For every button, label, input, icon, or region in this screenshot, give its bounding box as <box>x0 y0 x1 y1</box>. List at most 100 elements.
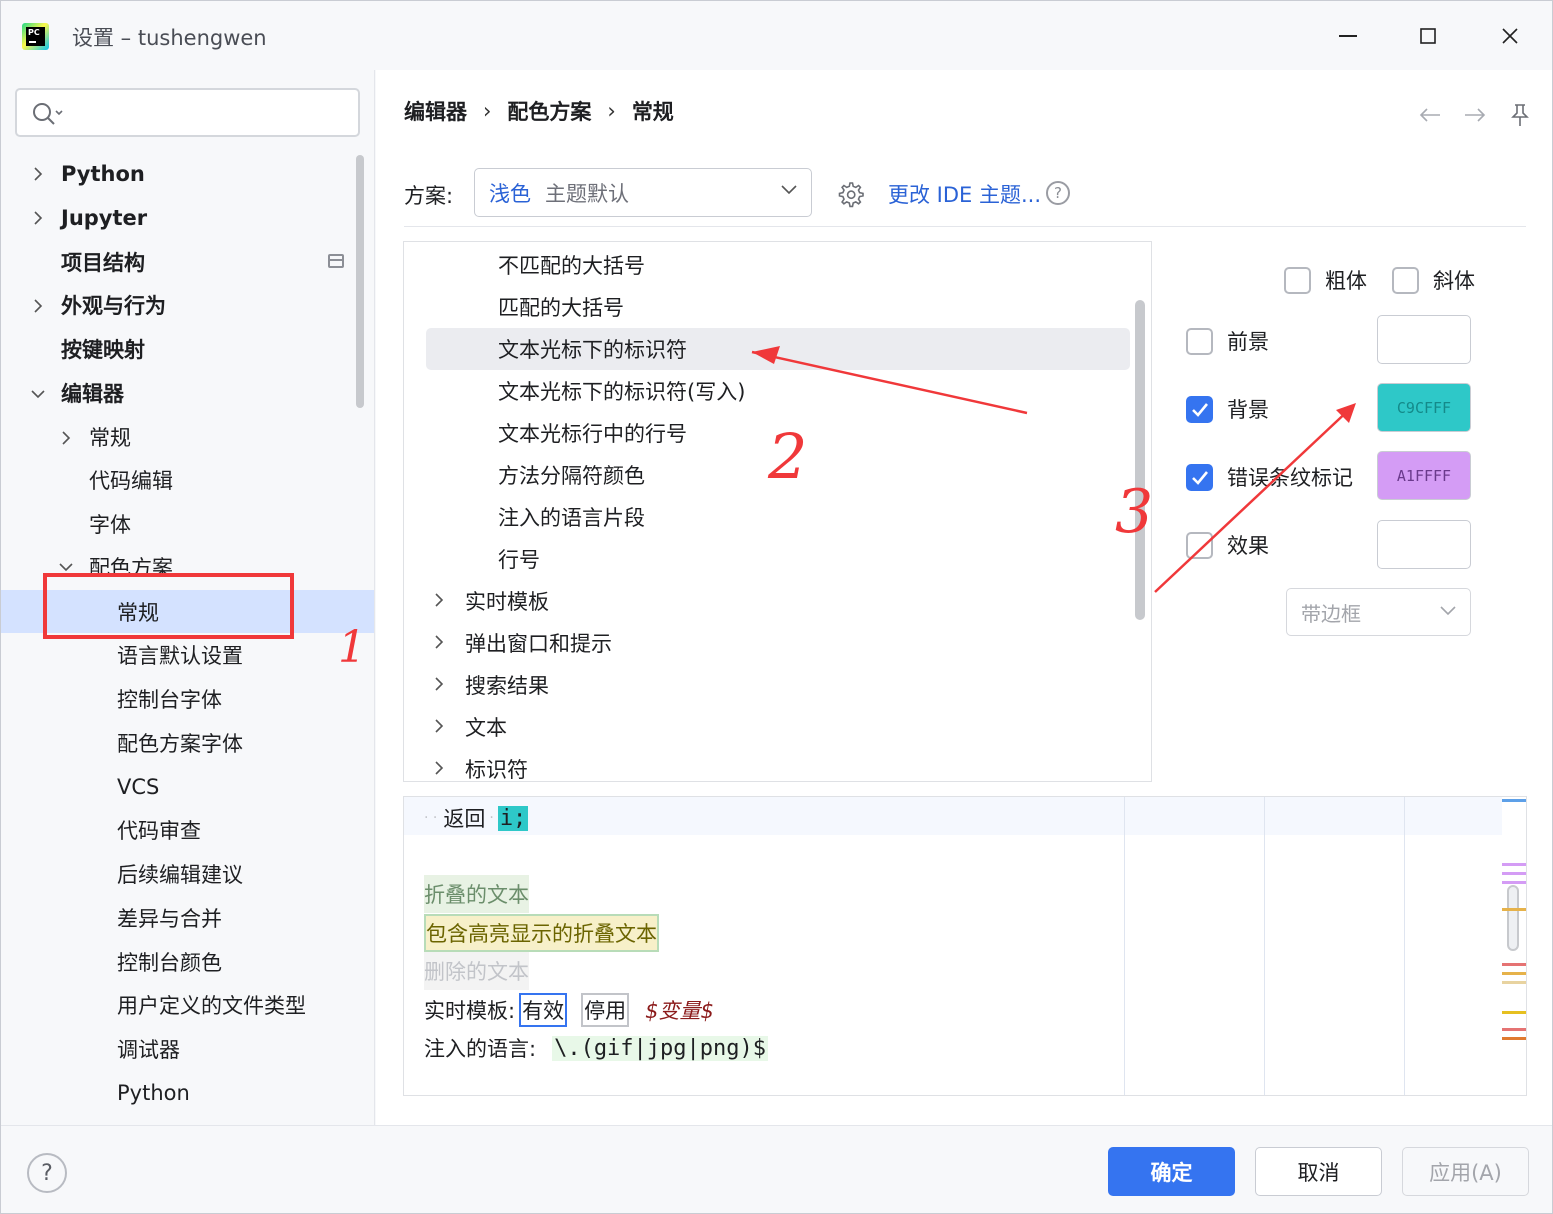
cancel-button[interactable]: 取消 <box>1255 1147 1382 1196</box>
sidebar-item-project-structure[interactable]: 项目结构 <box>61 241 145 283</box>
list-item-selected[interactable]: 文本光标下的标识符 <box>498 328 687 370</box>
sidebar-item-python[interactable]: Python <box>61 153 145 195</box>
search-input[interactable] <box>15 88 360 137</box>
list-item[interactable]: 方法分隔符颜色 <box>498 454 645 496</box>
help-button[interactable]: ? <box>27 1153 67 1193</box>
sidebar-item-general[interactable]: 常规 <box>89 416 131 458</box>
sidebar-item-next-edit[interactable]: 后续编辑建议 <box>117 853 243 895</box>
selected-row-highlight <box>0 590 374 633</box>
chevron-right-icon[interactable] <box>31 211 45 225</box>
chevron-right-icon[interactable] <box>59 431 73 445</box>
settings-sidebar: Python Jupyter 项目结构 外观与行为 按键映射 编辑器 常规 代码… <box>0 70 375 1125</box>
breadcrumb-separator-icon: › <box>483 99 492 123</box>
caret-row-highlight <box>404 797 1502 835</box>
chevron-right-icon[interactable] <box>432 593 446 607</box>
foreground-color-swatch[interactable] <box>1377 315 1471 364</box>
sidebar-item-user-file-types[interactable]: 用户定义的文件类型 <box>117 984 306 1026</box>
back-arrow-icon[interactable] <box>1415 100 1445 130</box>
breadcrumb-separator-icon: › <box>607 99 616 123</box>
sidebar-item-jupyter[interactable]: Jupyter <box>61 197 147 239</box>
scheme-value: 浅色 <box>489 181 531 206</box>
sidebar-item-code-review[interactable]: 代码审查 <box>117 809 201 851</box>
list-item[interactable]: 行号 <box>498 538 540 580</box>
breadcrumb-editor[interactable]: 编辑器 <box>404 96 467 126</box>
sidebar-item-code-editing[interactable]: 代码编辑 <box>89 459 173 501</box>
foreground-label: 前景 <box>1227 330 1269 354</box>
whitespace-dots: · · <box>424 810 438 826</box>
sidebar-item-color-scheme[interactable]: 配色方案 <box>89 546 173 588</box>
list-item[interactable]: 文本光标行中的行号 <box>498 412 687 454</box>
sidebar-item-console-colors[interactable]: 控制台颜色 <box>117 941 222 983</box>
close-button[interactable] <box>1487 18 1533 54</box>
gear-icon[interactable] <box>836 180 864 208</box>
preview-folded-text: 折叠的文本 <box>424 875 529 913</box>
sidebar-item-keymap[interactable]: 按键映射 <box>61 328 145 370</box>
error-stripe-mark <box>1502 1028 1526 1031</box>
chevron-down-icon[interactable] <box>59 560 73 574</box>
background-color-swatch[interactable]: C9CFFF <box>1377 383 1471 432</box>
sidebar-item-debugger[interactable]: 调试器 <box>117 1028 180 1070</box>
sidebar-item-diff-merge[interactable]: 差异与合并 <box>117 897 222 939</box>
error-stripe-mark <box>1502 1037 1526 1040</box>
list-item-group[interactable]: 标识符 <box>465 748 528 781</box>
chevron-right-icon[interactable] <box>31 167 45 181</box>
list-item[interactable]: 匹配的大括号 <box>498 286 624 328</box>
bold-checkbox[interactable]: 粗体 <box>1284 265 1367 295</box>
list-item-group[interactable]: 文本 <box>465 706 507 748</box>
preview-injected-line: 注入的语言: \.(gif|jpg|png)$ <box>424 1029 768 1067</box>
change-ide-theme-link[interactable]: 更改 IDE 主题... <box>888 179 1041 209</box>
sidebar-item-appearance[interactable]: 外观与行为 <box>61 284 166 326</box>
chevron-right-icon[interactable] <box>432 761 446 775</box>
checkbox-box[interactable] <box>1186 327 1213 355</box>
sidebar-item-color-scheme-general[interactable]: 常规 <box>117 591 159 633</box>
sidebar-item-language-defaults[interactable]: 语言默认设置 <box>117 634 243 676</box>
chevron-right-icon[interactable] <box>432 719 446 733</box>
forward-arrow-icon[interactable] <box>1460 100 1490 130</box>
apply-button[interactable]: 应用(A) <box>1402 1147 1529 1196</box>
error-stripe-color-swatch[interactable]: A1FFFF <box>1377 451 1471 500</box>
list-item-group[interactable]: 实时模板 <box>465 580 549 622</box>
background-checkbox[interactable]: 背景 <box>1186 394 1269 424</box>
sidebar-item-vcs[interactable]: VCS <box>117 766 159 808</box>
sidebar-item-console-font[interactable]: 控制台字体 <box>117 678 222 720</box>
help-icon[interactable]: ? <box>1046 181 1070 205</box>
checkbox-box[interactable] <box>1284 266 1311 294</box>
effect-type-dropdown[interactable]: 带边框 <box>1286 588 1471 636</box>
checkbox-box[interactable] <box>1186 463 1213 491</box>
chevron-down-icon[interactable] <box>31 387 45 401</box>
ok-button[interactable]: 确定 <box>1108 1147 1235 1196</box>
right-margin-guide <box>1264 797 1265 1095</box>
effects-label: 效果 <box>1227 534 1269 558</box>
sidebar-item-editor[interactable]: 编辑器 <box>61 372 124 414</box>
checkbox-box[interactable] <box>1392 266 1419 294</box>
checkbox-box[interactable] <box>1186 531 1213 559</box>
foreground-checkbox[interactable]: 前景 <box>1186 326 1269 356</box>
breadcrumb-color-scheme[interactable]: 配色方案 <box>507 96 591 126</box>
error-stripe-checkbox[interactable]: 错误条纹标记 <box>1186 462 1353 492</box>
sidebar-scrollbar[interactable] <box>356 155 364 408</box>
list-item[interactable]: 文本光标下的标识符(写入) <box>498 370 745 412</box>
list-item-group[interactable]: 弹出窗口和提示 <box>465 622 612 664</box>
list-item-group[interactable]: 搜索结果 <box>465 664 549 706</box>
chevron-right-icon[interactable] <box>31 299 45 313</box>
effects-checkbox[interactable]: 效果 <box>1186 530 1269 560</box>
preview-scroll-thumb[interactable] <box>1507 885 1519 951</box>
preview-editor[interactable]: · · 返回 · i; 折叠的文本 包含高亮显示的折叠文本 删除的文本 实时模板… <box>403 796 1527 1096</box>
italic-checkbox[interactable]: 斜体 <box>1392 265 1475 295</box>
list-scrollbar[interactable] <box>1135 300 1145 620</box>
scheme-label: 方案: <box>404 184 454 208</box>
sidebar-item-color-scheme-font[interactable]: 配色方案字体 <box>117 722 243 764</box>
chevron-right-icon[interactable] <box>432 677 446 691</box>
checkbox-box[interactable] <box>1186 395 1213 423</box>
effects-color-swatch[interactable] <box>1377 520 1471 569</box>
sidebar-item-python-scheme[interactable]: Python <box>117 1072 190 1114</box>
list-item[interactable]: 不匹配的大括号 <box>498 244 645 286</box>
list-item[interactable]: 注入的语言片段 <box>498 496 645 538</box>
scheme-dropdown[interactable]: 浅色 主题默认 <box>474 168 812 217</box>
pin-icon[interactable] <box>1505 100 1535 130</box>
minimize-button[interactable] <box>1325 18 1371 54</box>
sidebar-item-font[interactable]: 字体 <box>89 503 131 545</box>
chevron-right-icon[interactable] <box>432 635 446 649</box>
whitespace-dot: · <box>489 810 494 826</box>
maximize-button[interactable] <box>1405 18 1451 54</box>
